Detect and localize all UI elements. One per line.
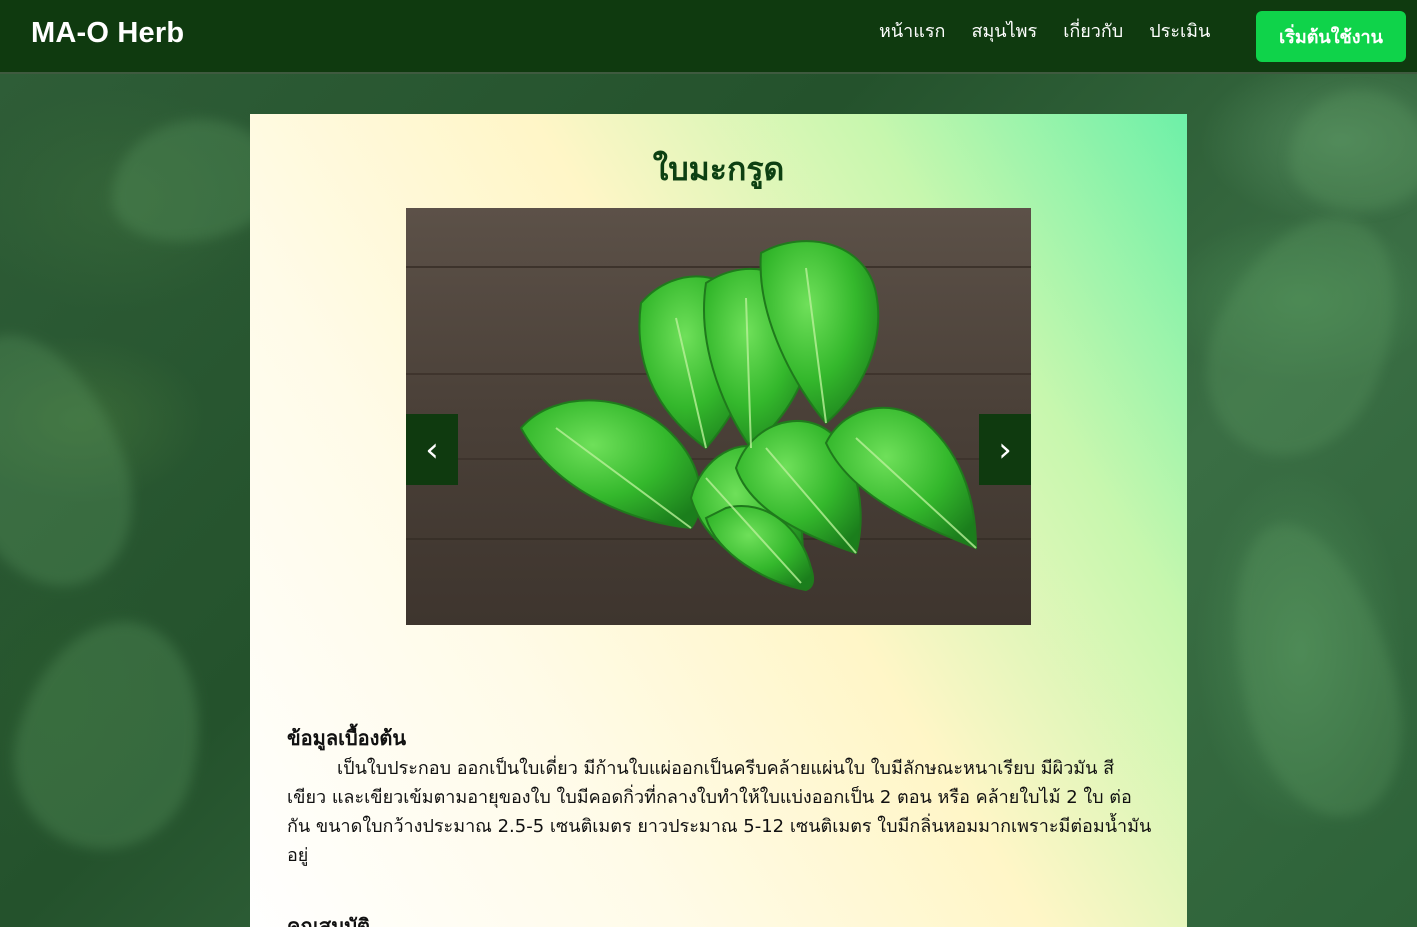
- top-navbar: MA-O Herb หน้าแรก สมุนไพร เกี่ยวกับ ประเ…: [0, 0, 1417, 74]
- carousel-next-button[interactable]: ›: [979, 414, 1031, 485]
- section-heading-basic-info: ข้อมูลเบื้องต้น: [287, 726, 407, 750]
- nav-link-home[interactable]: หน้าแรก: [866, 19, 958, 45]
- get-started-button[interactable]: เริ่มต้นใช้งาน: [1256, 11, 1406, 62]
- nav-link-assessment[interactable]: ประเมิน: [1136, 19, 1223, 45]
- section-heading-properties: คุณสมบัติ: [287, 914, 371, 927]
- nav-links: หน้าแรก สมุนไพร เกี่ยวกับ ประเมิน: [866, 19, 1223, 45]
- kaffir-lime-leaves-image: [519, 240, 978, 592]
- herb-title: ใบมะกรูด: [652, 150, 785, 188]
- nav-link-about[interactable]: เกี่ยวกับ: [1050, 19, 1136, 45]
- herb-image-carousel: ‹ ›: [406, 208, 1031, 625]
- carousel-prev-button[interactable]: ‹: [406, 414, 458, 485]
- section-body-basic-info: เป็นใบประกอบ ออกเป็นใบเดี่ยว มีก้านใบแผ่…: [287, 758, 1152, 866]
- herb-detail-card: ใบมะกรูด ‹ › ข้อมูลเบื้องต้น เป็นใบประกอ…: [250, 114, 1187, 927]
- brand-logo-text[interactable]: MA-O Herb: [31, 17, 184, 50]
- nav-link-herbs[interactable]: สมุนไพร: [958, 19, 1050, 45]
